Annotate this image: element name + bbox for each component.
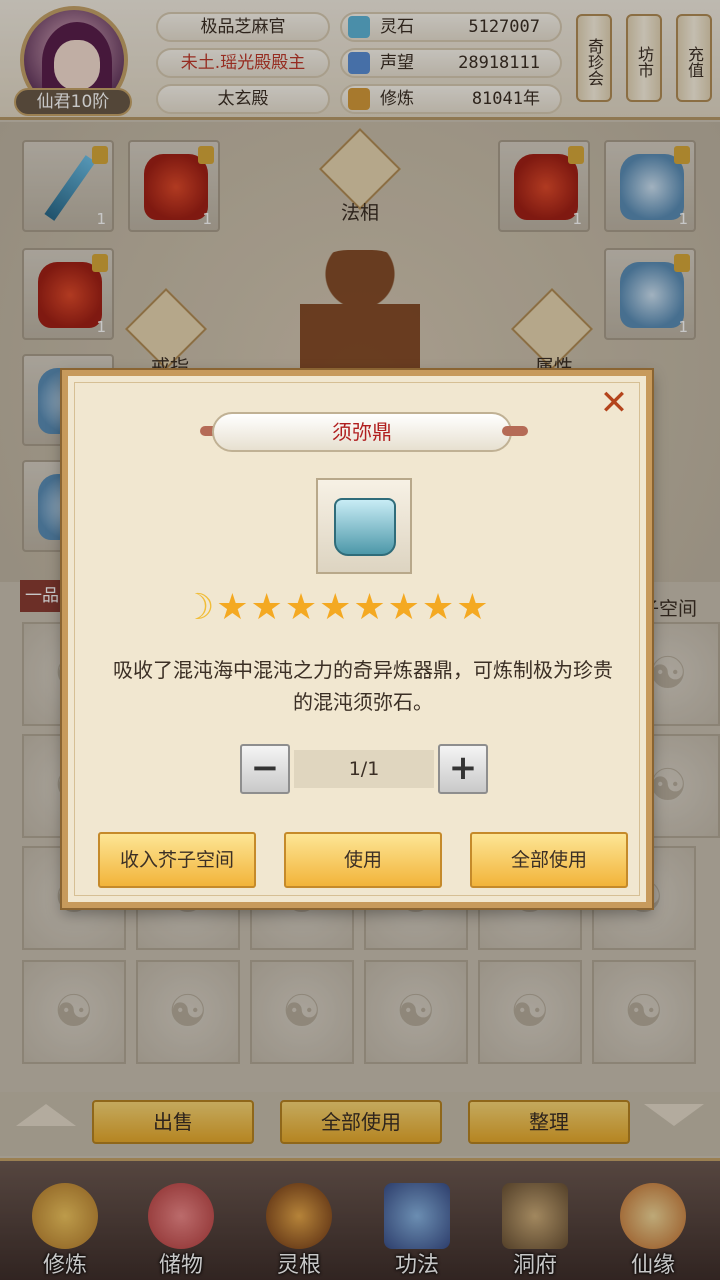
close-icon[interactable]: ✕ (596, 386, 632, 422)
item-icon-frame (316, 478, 412, 574)
store-in-space-button[interactable]: 收入芥子空间 (98, 832, 256, 888)
star-icons: ★★★★★★★★ (216, 587, 491, 628)
moon-icon: ☽ (182, 587, 217, 628)
cauldron-icon (334, 498, 396, 556)
quantity-decrease-button[interactable]: − (240, 744, 290, 794)
quantity-value: 1/1 (294, 750, 434, 788)
item-detail-dialog: ✕ 须弥鼎 ☽★★★★★★★★ 吸收了混沌海中混沌之力的奇异炼器鼎，可炼制极为珍… (62, 370, 652, 908)
quantity-increase-button[interactable]: + (438, 744, 488, 794)
title-ornament-right (502, 426, 528, 436)
item-rating: ☽★★★★★★★★ (182, 588, 552, 628)
use-all-dialog-button[interactable]: 全部使用 (470, 832, 628, 888)
dialog-title: 须弥鼎 (212, 412, 512, 452)
use-button[interactable]: 使用 (284, 832, 442, 888)
item-description: 吸收了混沌海中混沌之力的奇异炼器鼎，可炼制极为珍贵的混沌须弥石。 (113, 658, 613, 714)
